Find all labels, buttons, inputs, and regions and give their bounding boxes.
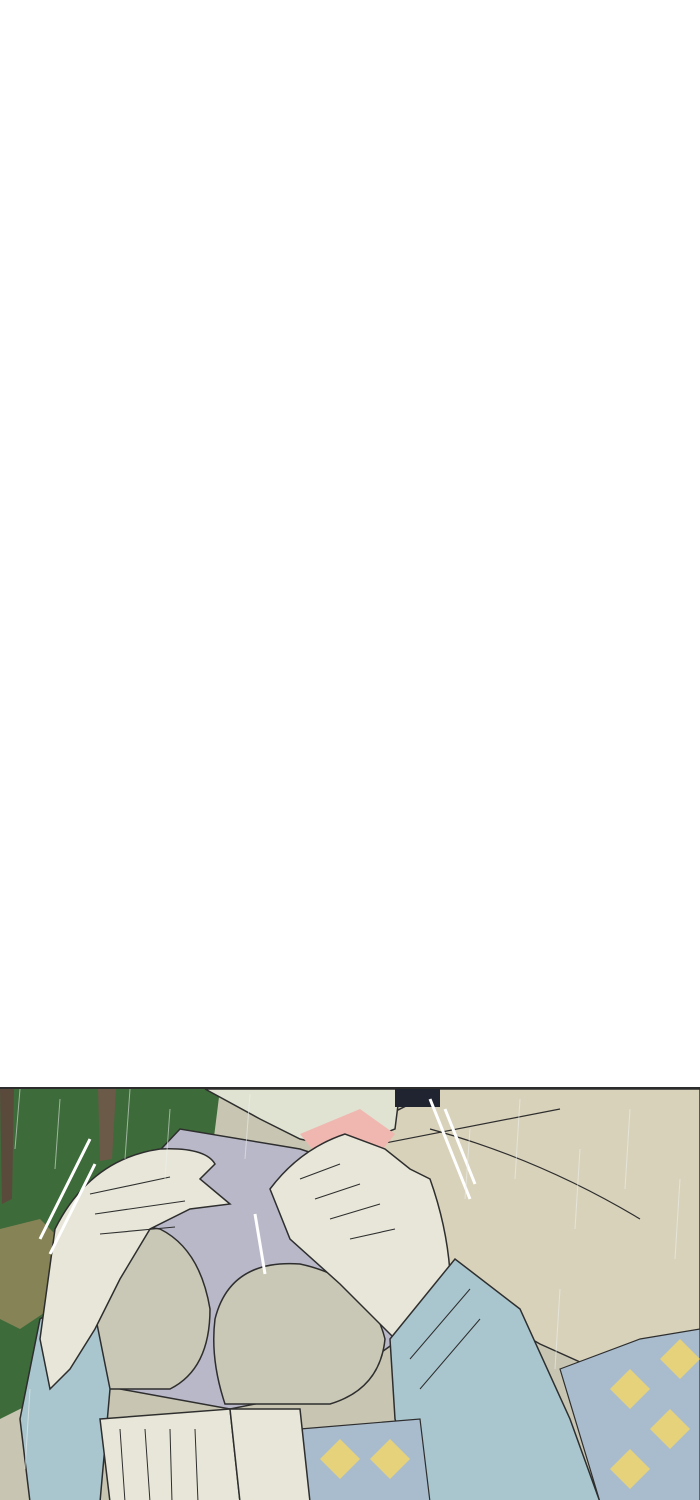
tree-trunk-left	[0, 1089, 14, 1204]
argyle-vest-center	[299, 1418, 431, 1500]
lower-hand-right	[229, 1408, 311, 1500]
comic-panel	[0, 1087, 700, 1500]
lower-hand	[99, 1408, 241, 1500]
panel-illustration	[0, 1089, 700, 1500]
blank-space	[0, 0, 700, 1087]
comic-page	[0, 0, 700, 1500]
